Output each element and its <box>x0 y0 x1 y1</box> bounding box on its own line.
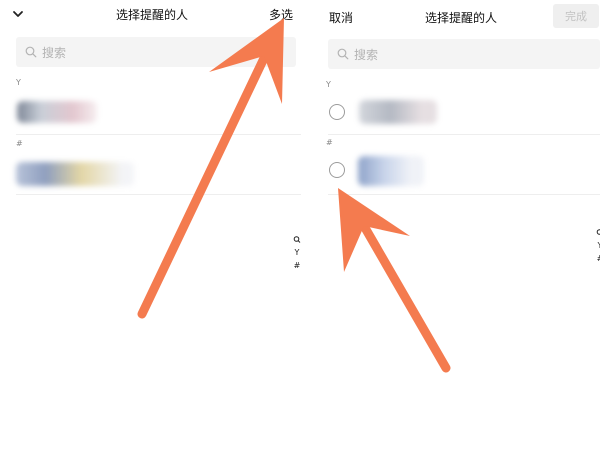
divider <box>16 134 301 135</box>
top-bar: 选择提醒的人 多选 <box>0 0 306 32</box>
search-icon <box>337 48 349 60</box>
search-input[interactable]: 搜索 <box>328 39 600 69</box>
section-header-y: Y <box>326 80 331 89</box>
blurred-contact <box>358 156 424 186</box>
search-placeholder: 搜索 <box>354 47 379 62</box>
section-header-y: Y <box>16 78 21 87</box>
index-letter[interactable]: # <box>294 259 301 272</box>
multi-select-button[interactable]: 多选 <box>269 6 293 23</box>
blurred-contact <box>17 101 97 123</box>
top-bar: 取消 选择提醒的人 完成 <box>314 0 600 32</box>
alphabet-index[interactable]: Y # <box>293 233 301 272</box>
divider <box>16 194 301 195</box>
index-letter[interactable]: # <box>597 252 600 265</box>
search-icon <box>25 46 37 58</box>
blurred-contact <box>359 100 437 124</box>
alphabet-index[interactable]: Y # <box>596 226 600 265</box>
section-header-hash: # <box>16 139 23 148</box>
page-title: 选择提醒的人 <box>116 8 189 22</box>
radio-unchecked-icon[interactable] <box>329 104 345 120</box>
index-letter[interactable]: Y <box>295 246 300 259</box>
search-icon[interactable] <box>596 226 600 239</box>
page-title: 选择提醒的人 <box>425 11 498 25</box>
contact-picker-multi: 取消 选择提醒的人 完成 搜索 Y # Y # <box>314 0 600 450</box>
blurred-contact <box>16 162 134 186</box>
contact-picker-single: 选择提醒的人 多选 搜索 Y # Y # <box>0 0 306 450</box>
cancel-button[interactable]: 取消 <box>329 9 353 26</box>
list-item[interactable] <box>324 150 600 194</box>
radio-unchecked-icon[interactable] <box>329 162 345 178</box>
list-item[interactable] <box>14 92 299 134</box>
search-icon[interactable] <box>293 233 301 246</box>
list-item[interactable] <box>324 92 600 134</box>
divider <box>328 194 600 195</box>
list-item[interactable] <box>14 150 299 194</box>
done-button[interactable]: 完成 <box>553 4 599 28</box>
search-input[interactable]: 搜索 <box>16 37 296 67</box>
divider <box>328 134 600 135</box>
search-placeholder: 搜索 <box>42 45 67 60</box>
chevron-down-icon[interactable] <box>11 7 25 21</box>
section-header-hash: # <box>326 138 333 147</box>
